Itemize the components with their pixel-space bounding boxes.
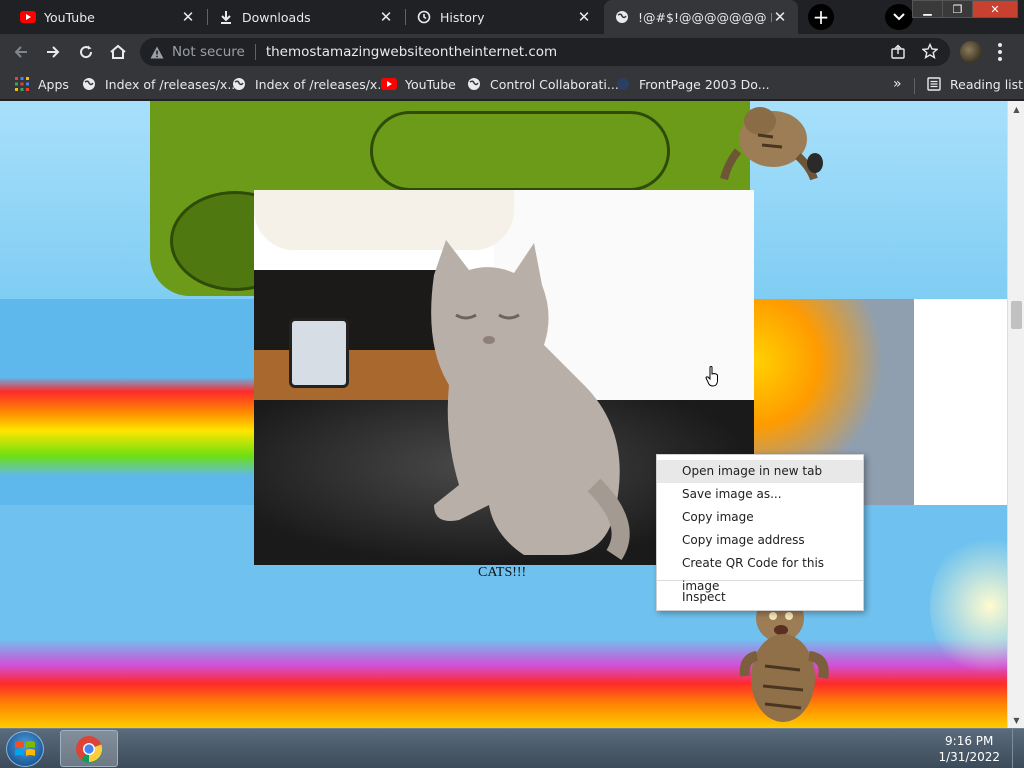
- gray-cat: [431, 240, 630, 560]
- restore-button[interactable]: ❐: [942, 0, 973, 18]
- window-controls: ▁ ❐ ✕: [912, 0, 1018, 18]
- close-icon[interactable]: ✕: [378, 8, 394, 26]
- tab-history[interactable]: History ✕: [406, 0, 602, 34]
- warning-icon[interactable]: [150, 46, 164, 59]
- menu-open-image-new-tab[interactable]: Open image in new tab: [657, 460, 863, 483]
- new-tab-button[interactable]: +: [808, 4, 834, 30]
- browser-toolbar: Not secure themostamazingwebsiteontheint…: [0, 34, 1024, 70]
- tab-youtube[interactable]: YouTube ✕: [10, 0, 206, 34]
- kebab-menu-icon[interactable]: [998, 43, 1002, 61]
- menu-create-qr-code[interactable]: Create QR Code for this image: [657, 552, 863, 593]
- bookmarks-bar: Apps Index of /releases/x... Index of /r…: [0, 70, 1024, 100]
- home-icon: [110, 44, 126, 59]
- reading-list-label: Reading list: [950, 76, 1024, 92]
- history-icon: [416, 9, 432, 25]
- start-button[interactable]: [6, 731, 44, 767]
- chevron-down-icon: [893, 13, 905, 21]
- bookmark-index-releases-2[interactable]: Index of /releases/x...: [231, 76, 389, 92]
- globe-icon: [231, 76, 247, 92]
- bookmark-label: Apps: [38, 76, 69, 92]
- address-bar[interactable]: Not secure themostamazingwebsiteontheint…: [140, 38, 950, 66]
- tab-title: !@#$!@@@@@@@ MY: [638, 9, 772, 25]
- scroll-thumb[interactable]: [1011, 301, 1022, 329]
- tab-strip: YouTube ✕ Downloads ✕ History ✕ !@#$!@@@…: [0, 0, 1024, 34]
- share-icon[interactable]: [890, 44, 906, 64]
- bookmark-label: FrontPage 2003 Do...: [639, 76, 770, 92]
- menu-inspect[interactable]: Inspect: [657, 586, 863, 609]
- globe-icon: [466, 76, 482, 92]
- globe-icon: [81, 76, 97, 92]
- youtube-icon: [381, 76, 397, 92]
- clock-date: 1/31/2022: [938, 750, 1000, 764]
- chrome-logo-icon: [76, 735, 103, 763]
- profile-avatar[interactable]: [960, 41, 982, 63]
- home-button[interactable]: [105, 39, 131, 65]
- menu-copy-image-address[interactable]: Copy image address: [657, 529, 863, 552]
- omnibox-divider: [254, 44, 256, 60]
- bookmark-label: Index of /releases/x...: [105, 76, 240, 92]
- bookmark-star-icon[interactable]: [921, 42, 939, 63]
- bookmark-youtube[interactable]: YouTube: [381, 76, 456, 92]
- bookmark-apps[interactable]: Apps: [14, 76, 69, 92]
- reading-list-icon: [926, 76, 942, 92]
- windows-taskbar: 9:16 PM 1/31/2022: [0, 728, 1024, 768]
- menu-copy-image[interactable]: Copy image: [657, 506, 863, 529]
- page-content: CATS!!! Open image in new tab Save image…: [0, 101, 1007, 728]
- url-text[interactable]: themostamazingwebsiteontheinternet.com: [266, 44, 557, 60]
- bookmarks-overflow-chevron-icon[interactable]: »: [893, 76, 902, 92]
- arrow-left-icon: [14, 46, 27, 58]
- tab-title: YouTube: [44, 9, 95, 25]
- dancing-cat-image-top[interactable]: [718, 101, 828, 183]
- bookmark-index-releases-1[interactable]: Index of /releases/x...: [81, 76, 239, 92]
- bookmark-label: Control Collaborati...: [490, 76, 619, 92]
- rainbow-image-left[interactable]: [0, 299, 255, 505]
- bookmark-frontpage[interactable]: FrontPage 2003 Do...: [615, 76, 770, 92]
- bookmark-label: YouTube: [405, 76, 456, 92]
- reload-button[interactable]: [73, 39, 99, 65]
- close-icon[interactable]: ✕: [576, 8, 592, 26]
- tab-title: History: [440, 9, 485, 25]
- photo-clock: [289, 318, 349, 388]
- close-icon[interactable]: ✕: [180, 8, 196, 26]
- globe-icon: [614, 9, 630, 25]
- tank-turret: [370, 111, 670, 191]
- system-clock[interactable]: 9:16 PM 1/31/2022: [938, 733, 1000, 765]
- scroll-down-arrow-icon[interactable]: ▼: [1008, 712, 1024, 728]
- arrow-right-icon: [47, 46, 60, 58]
- tab-title: Downloads: [242, 9, 311, 25]
- browser-window: YouTube ✕ Downloads ✕ History ✕ !@#$!@@@…: [0, 0, 1024, 768]
- scroll-up-arrow-icon[interactable]: ▲: [1008, 101, 1024, 117]
- window-close-button[interactable]: ✕: [972, 0, 1018, 18]
- cats-caption: CATS!!!: [478, 565, 527, 580]
- security-label[interactable]: Not secure: [172, 44, 245, 60]
- reading-list-button[interactable]: Reading list: [926, 76, 1023, 92]
- tab-active-page[interactable]: !@#$!@@@@@@@ MY ✕: [604, 0, 798, 34]
- reload-icon: [80, 45, 93, 59]
- tab-search-button[interactable]: [885, 4, 913, 30]
- frontpage-icon: [615, 76, 631, 92]
- page-scrollbar[interactable]: ▲ ▼: [1007, 101, 1024, 728]
- bookmark-control-collaboration[interactable]: Control Collaborati...: [466, 76, 619, 92]
- blank-image-area: [914, 299, 1007, 505]
- forward-button[interactable]: [40, 39, 66, 65]
- clock-time: 9:16 PM: [945, 734, 994, 748]
- bookmark-label: Index of /releases/x...: [255, 76, 390, 92]
- download-icon: [218, 9, 234, 25]
- youtube-icon: [20, 9, 36, 25]
- menu-save-image-as[interactable]: Save image as...: [657, 483, 863, 506]
- tab-downloads[interactable]: Downloads ✕: [208, 0, 404, 34]
- mouse-cursor-icon: [705, 366, 718, 387]
- image-context-menu: Open image in new tab Save image as... C…: [656, 454, 864, 611]
- taskbar-chrome-button[interactable]: [60, 730, 118, 767]
- close-icon[interactable]: ✕: [772, 8, 788, 26]
- show-desktop-button[interactable]: [1012, 729, 1024, 768]
- minimize-button[interactable]: ▁: [912, 0, 943, 18]
- apps-grid-icon: [14, 76, 30, 92]
- back-button[interactable]: [8, 39, 34, 65]
- windows-logo-icon: [15, 741, 35, 756]
- bookmarks-divider: [914, 78, 915, 94]
